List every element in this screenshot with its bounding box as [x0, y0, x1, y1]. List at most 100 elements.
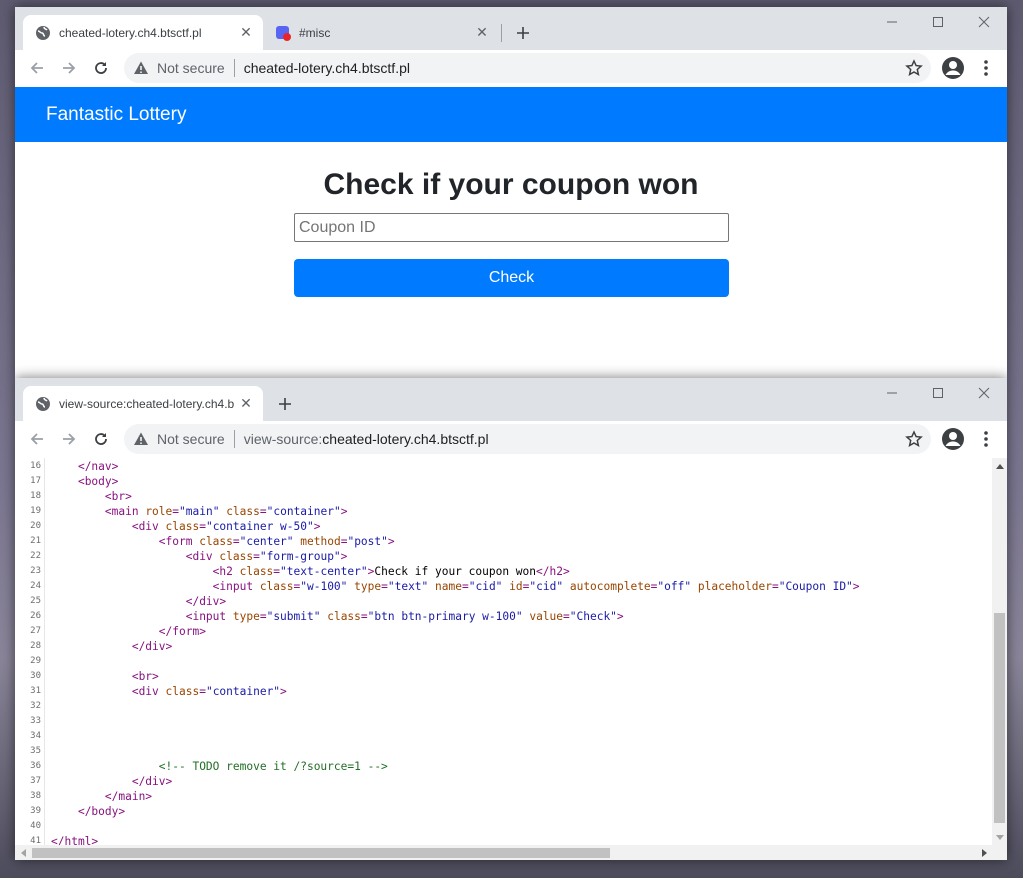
browser-toolbar: Not secure view-source:cheated-lotery.ch… — [15, 421, 1007, 458]
close-tab-icon[interactable]: ✕ — [237, 395, 255, 413]
line-code: <br> — [131, 670, 159, 683]
tab-view-source[interactable]: view-source:cheated-lotery.ch4.b ✕ — [23, 386, 263, 421]
line-code: <body> — [77, 475, 119, 488]
line-number: 40 — [30, 821, 41, 831]
tab-title: cheated-lotery.ch4.btsctf.pl — [59, 25, 202, 40]
security-label: Not secure — [157, 60, 225, 76]
line-code: </nav> — [77, 460, 119, 473]
line-code: <input type="submit" class="btn btn-prim… — [185, 610, 624, 623]
line-number: 31 — [30, 686, 41, 696]
line-number: 26 — [30, 611, 41, 621]
maximize-button[interactable] — [915, 7, 961, 37]
browser-toolbar: Not secure cheated-lotery.ch4.btsctf.pl — [15, 50, 1007, 87]
kebab-menu-icon — [984, 431, 988, 447]
back-button[interactable] — [23, 425, 51, 453]
line-number: 24 — [30, 581, 41, 591]
close-tab-icon[interactable]: ✕ — [237, 24, 255, 42]
reload-button[interactable] — [87, 54, 115, 82]
scroll-down-icon[interactable] — [992, 830, 1007, 845]
account-icon — [942, 428, 964, 450]
vertical-scroll-thumb[interactable] — [994, 613, 1005, 823]
forward-button[interactable] — [55, 425, 83, 453]
source-line: 29 — [15, 654, 990, 669]
source-line: 33 — [15, 714, 990, 729]
line-code: <div class="container w-50"> — [131, 520, 321, 533]
page-title: Check if your coupon won — [323, 168, 699, 201]
maximize-icon — [933, 388, 943, 398]
horizontal-scrollbar[interactable] — [15, 845, 1007, 860]
security-label: Not secure — [157, 431, 225, 447]
source-line: 34 — [15, 729, 990, 744]
back-button[interactable] — [23, 54, 51, 82]
source-line: 28 </div> — [15, 639, 990, 654]
line-number: 22 — [30, 551, 41, 561]
close-window-button[interactable] — [961, 378, 1007, 408]
new-tab-button[interactable] — [511, 21, 535, 45]
url-host: cheated-lotery.ch4.btsctf.pl — [322, 431, 489, 447]
warning-icon[interactable] — [133, 431, 149, 447]
source-line: 22 <div class="form-group"> — [15, 549, 990, 564]
line-code: </div> — [185, 595, 227, 608]
line-code: </main> — [104, 790, 153, 803]
new-tab-button[interactable] — [273, 392, 297, 416]
tab-misc[interactable]: #misc ✕ — [263, 15, 499, 50]
url-text[interactable]: cheated-lotery.ch4.btsctf.pl — [244, 60, 410, 76]
source-line: 21 <form class="center" method="post"> — [15, 534, 990, 549]
url-text[interactable]: view-source:cheated-lotery.ch4.btsctf.pl — [244, 431, 489, 447]
warning-icon[interactable] — [133, 60, 149, 76]
source-line: 37 </div> — [15, 774, 990, 789]
account-icon — [942, 57, 964, 79]
scroll-left-icon[interactable] — [15, 845, 30, 860]
reload-icon — [95, 433, 107, 445]
source-line: 31 <div class="container"> — [15, 684, 990, 699]
omnibox-divider — [233, 430, 235, 448]
line-code: </form> — [158, 625, 206, 638]
menu-button[interactable] — [976, 426, 996, 452]
source-line: 16 </nav> — [15, 459, 990, 474]
source-line: 24 <input class="w-100" type="text" name… — [15, 579, 990, 594]
line-code: <!-- TODO remove it /?source=1 --> — [158, 760, 388, 773]
bookmark-star-icon[interactable] — [905, 430, 923, 448]
browser-window-view-source: view-source:cheated-lotery.ch4.b ✕ Not s… — [15, 378, 1007, 860]
source-line: 30 <br> — [15, 669, 990, 684]
source-line: 27 </form> — [15, 624, 990, 639]
forward-arrow-icon — [63, 433, 76, 445]
brand-link[interactable]: Fantastic Lottery — [46, 104, 186, 126]
reload-button[interactable] — [87, 425, 115, 453]
source-line: 38 </main> — [15, 789, 990, 804]
back-arrow-icon — [30, 433, 43, 445]
line-code: <div class="form-group"> — [185, 550, 348, 563]
plus-icon — [517, 27, 529, 39]
close-window-button[interactable] — [961, 7, 1007, 37]
forward-button[interactable] — [55, 54, 83, 82]
maximize-button[interactable] — [915, 378, 961, 408]
vertical-scrollbar[interactable] — [992, 458, 1007, 845]
scroll-up-icon[interactable] — [992, 458, 1007, 473]
line-code: </body> — [77, 805, 126, 818]
tab-title: #misc — [299, 25, 331, 40]
omnibox-divider — [233, 59, 235, 77]
address-bar[interactable]: Not secure view-source:cheated-lotery.ch… — [124, 424, 931, 454]
check-button[interactable]: Check — [294, 259, 729, 297]
source-line: 19 <main role="main" class="container"> — [15, 504, 990, 519]
minimize-button[interactable] — [869, 7, 915, 37]
minimize-button[interactable] — [869, 378, 915, 408]
line-number: 35 — [30, 746, 41, 756]
line-number: 21 — [30, 536, 41, 546]
bookmark-star-icon[interactable] — [905, 59, 923, 77]
address-bar[interactable]: Not secure cheated-lotery.ch4.btsctf.pl — [124, 53, 931, 83]
source-view[interactable]: 16 </nav> 17 <body> 18 <br> 19 <main role="… — [15, 458, 1007, 860]
close-tab-icon[interactable]: ✕ — [473, 24, 491, 42]
account-button[interactable] — [940, 55, 966, 81]
line-number: 16 — [30, 461, 41, 471]
account-button[interactable] — [940, 426, 966, 452]
source-line: 40 — [15, 819, 990, 834]
scroll-right-icon[interactable] — [977, 845, 992, 860]
globe-icon — [35, 396, 51, 412]
coupon-id-input[interactable] — [294, 213, 729, 242]
line-code: </div> — [131, 640, 173, 653]
tab-lottery[interactable]: cheated-lotery.ch4.btsctf.pl ✕ — [23, 15, 263, 50]
menu-button[interactable] — [976, 55, 996, 81]
line-number: 34 — [30, 731, 41, 741]
horizontal-scroll-thumb[interactable] — [32, 848, 610, 858]
